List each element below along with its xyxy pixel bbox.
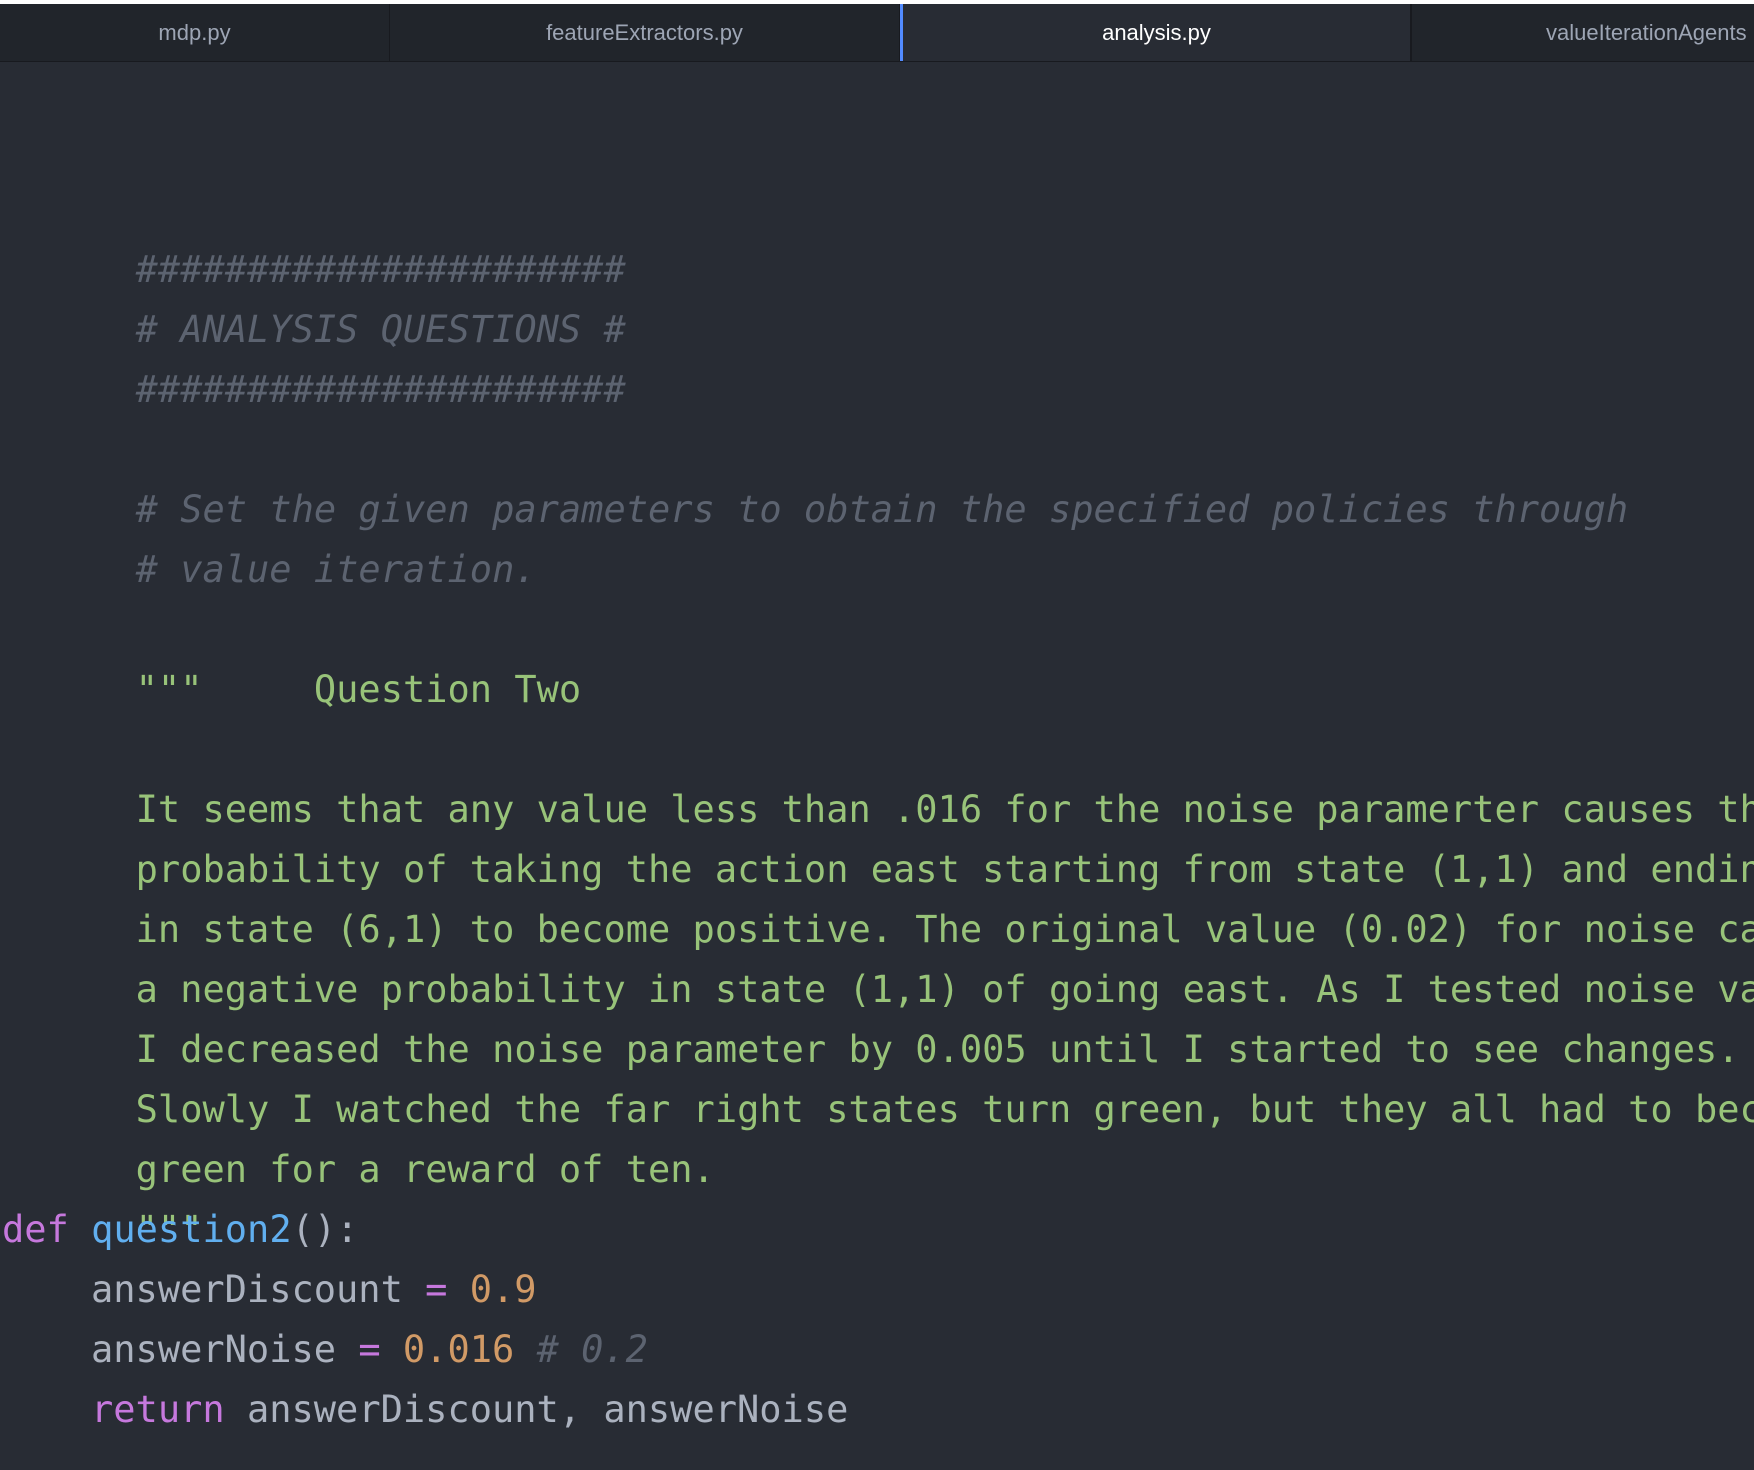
return-values: answerDiscount, answerNoise [246, 1388, 849, 1431]
code-line: in state (6,1) to become positive. The o… [2, 840, 1754, 951]
code-line: It seems that any value less than .016 f… [2, 720, 1754, 831]
tab-analysis-py[interactable]: analysis.py [900, 4, 1411, 61]
tab-mdp-py[interactable]: mdp.py [0, 4, 390, 61]
function-name: question2 [91, 1208, 292, 1251]
function-signature: (): [291, 1208, 359, 1251]
noise-variable: answerNoise [91, 1328, 337, 1371]
tab-label: analysis.py [1102, 20, 1211, 45]
code-line: return answerDiscount, answerNoise [2, 1380, 848, 1440]
code-line: ###################### [2, 180, 626, 291]
tab-featureextractors-py[interactable]: featureExtractors.py [390, 4, 900, 61]
description-comment: # value iteration. [135, 548, 537, 591]
noise-value: 0.016 [402, 1328, 515, 1371]
header-comment: ###################### [135, 368, 626, 411]
code-line: def question2(): [2, 1200, 358, 1260]
code-line: """ [2, 1140, 203, 1251]
code-line: # Set the given parameters to obtain the… [2, 420, 1628, 531]
code-line: I decreased the noise parameter by 0.005… [2, 960, 1740, 1071]
def-keyword: def [2, 1208, 69, 1251]
assign-operator: = [425, 1268, 448, 1311]
docstring-line: green for a reward of ten. [135, 1148, 715, 1191]
code-line: # value iteration. [2, 480, 537, 591]
tab-valueiterationagents[interactable]: valueIterationAgents [1411, 4, 1754, 61]
code-line: answerNoise = 0.016 # 0.2 [2, 1320, 648, 1380]
assign-operator: = [358, 1328, 381, 1371]
return-keyword: return [91, 1388, 225, 1431]
code-line: answerDiscount = 0.9 [2, 1260, 537, 1320]
code-line: green for a reward of ten. [2, 1080, 715, 1191]
noise-inline-comment: # 0.2 [536, 1328, 648, 1371]
code-line: ###################### [2, 300, 626, 411]
discount-value: 0.9 [469, 1268, 537, 1311]
code-line: """ Question Two [2, 600, 582, 711]
code-line: Slowly I watched the far right states tu… [2, 1020, 1754, 1131]
code-editor[interactable]: ###################### # ANALYSIS QUESTI… [0, 62, 1754, 1470]
tab-label: valueIterationAgents [1546, 20, 1747, 45]
tab-bar: mdp.py featureExtractors.py analysis.py … [0, 4, 1754, 62]
discount-variable: answerDiscount [91, 1268, 403, 1311]
code-line: a negative probability in state (1,1) of… [2, 900, 1754, 1011]
tab-label: mdp.py [158, 20, 231, 45]
code-line: # ANALYSIS QUESTIONS # [2, 240, 626, 351]
editor-window: mdp.py featureExtractors.py analysis.py … [0, 0, 1754, 1470]
tab-label: featureExtractors.py [546, 20, 743, 45]
code-line: probability of taking the action east st… [2, 780, 1754, 891]
docstring-open: """ Question Two [135, 668, 582, 711]
